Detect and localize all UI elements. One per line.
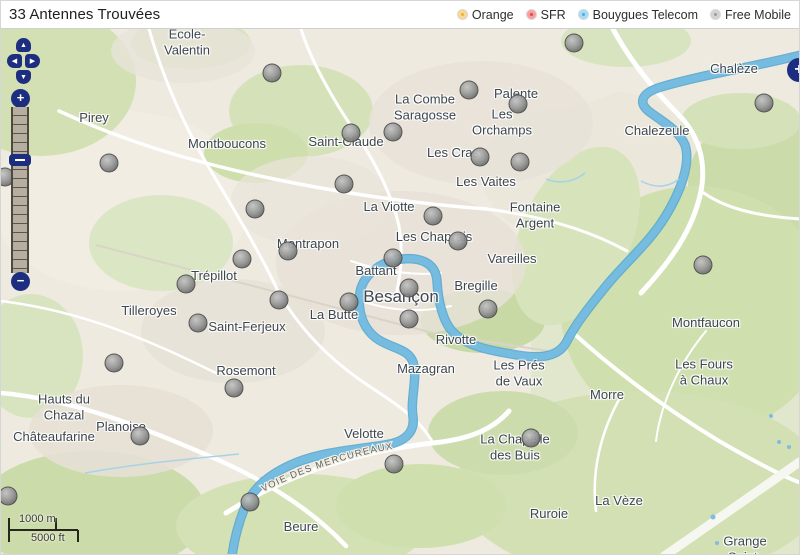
antenna-marker[interactable] [105,354,124,373]
antenna-marker[interactable] [177,275,196,294]
antenna-marker[interactable] [509,95,528,114]
antenna-marker[interactable] [385,455,404,474]
antenna-map-app: VOIE DES MERCUREAUX École- Valentin Pire… [0,0,800,555]
results-header: 33 Antennes Trouvées Orange SFR Bouygues… [1,1,799,29]
antenna-marker[interactable] [400,310,419,329]
operator-color-chip [579,10,588,19]
antenna-marker[interactable] [449,232,468,251]
antenna-marker[interactable] [384,249,403,268]
antenna-marker[interactable] [100,154,119,173]
zoom-out-button[interactable]: − [11,272,30,291]
zoom-slider-handle[interactable] [9,154,31,166]
operator-label: Orange [472,8,514,22]
zoom-slider-control[interactable]: + − [1,1,41,301]
operator-color-chip [711,10,720,19]
operator-label: Bouygues Telecom [593,8,698,22]
antenna-marker[interactable] [335,175,354,194]
antenna-marker[interactable] [424,207,443,226]
antenna-marker[interactable] [279,242,298,261]
legend-item[interactable]: Orange [458,8,514,22]
antenna-marker[interactable] [131,427,150,446]
antenna-marker[interactable] [189,314,208,333]
antenna-marker[interactable] [233,250,252,269]
operator-legend: Orange SFR Bouygues Telecom Free Mobile [458,8,791,22]
antenna-marker[interactable] [246,200,265,219]
results-count-title: 33 Antennes Trouvées [9,6,160,23]
scale-bar: 1000 m 5000 ft [7,512,91,550]
zoom-track[interactable] [11,107,29,273]
antenna-marker[interactable] [400,279,419,298]
antenna-marker[interactable] [263,64,282,83]
map-artwork: VOIE DES MERCUREAUX [1,1,800,555]
operator-color-chip [527,10,536,19]
antenna-marker[interactable] [479,300,498,319]
operator-color-chip [458,10,467,19]
antenna-marker[interactable] [241,493,260,512]
zoom-in-button[interactable]: + [11,89,30,108]
antenna-marker[interactable] [384,123,403,142]
antenna-marker[interactable] [694,256,713,275]
legend-item[interactable]: SFR [527,8,566,22]
antenna-marker[interactable] [270,291,289,310]
antenna-marker[interactable] [342,124,361,143]
antenna-marker[interactable] [471,148,490,167]
scale-metric-label: 1000 m [19,513,56,525]
scale-imperial-label: 5000 ft [31,532,65,544]
legend-item[interactable]: Bouygues Telecom [579,8,698,22]
operator-label: SFR [541,8,566,22]
antenna-marker[interactable] [340,293,359,312]
antenna-marker[interactable] [511,153,530,172]
antenna-marker[interactable] [460,81,479,100]
operator-label: Free Mobile [725,8,791,22]
antenna-marker[interactable] [755,94,774,113]
legend-item[interactable]: Free Mobile [711,8,791,22]
antenna-marker[interactable] [565,34,584,53]
antenna-marker[interactable] [225,379,244,398]
antenna-marker[interactable] [522,429,541,448]
